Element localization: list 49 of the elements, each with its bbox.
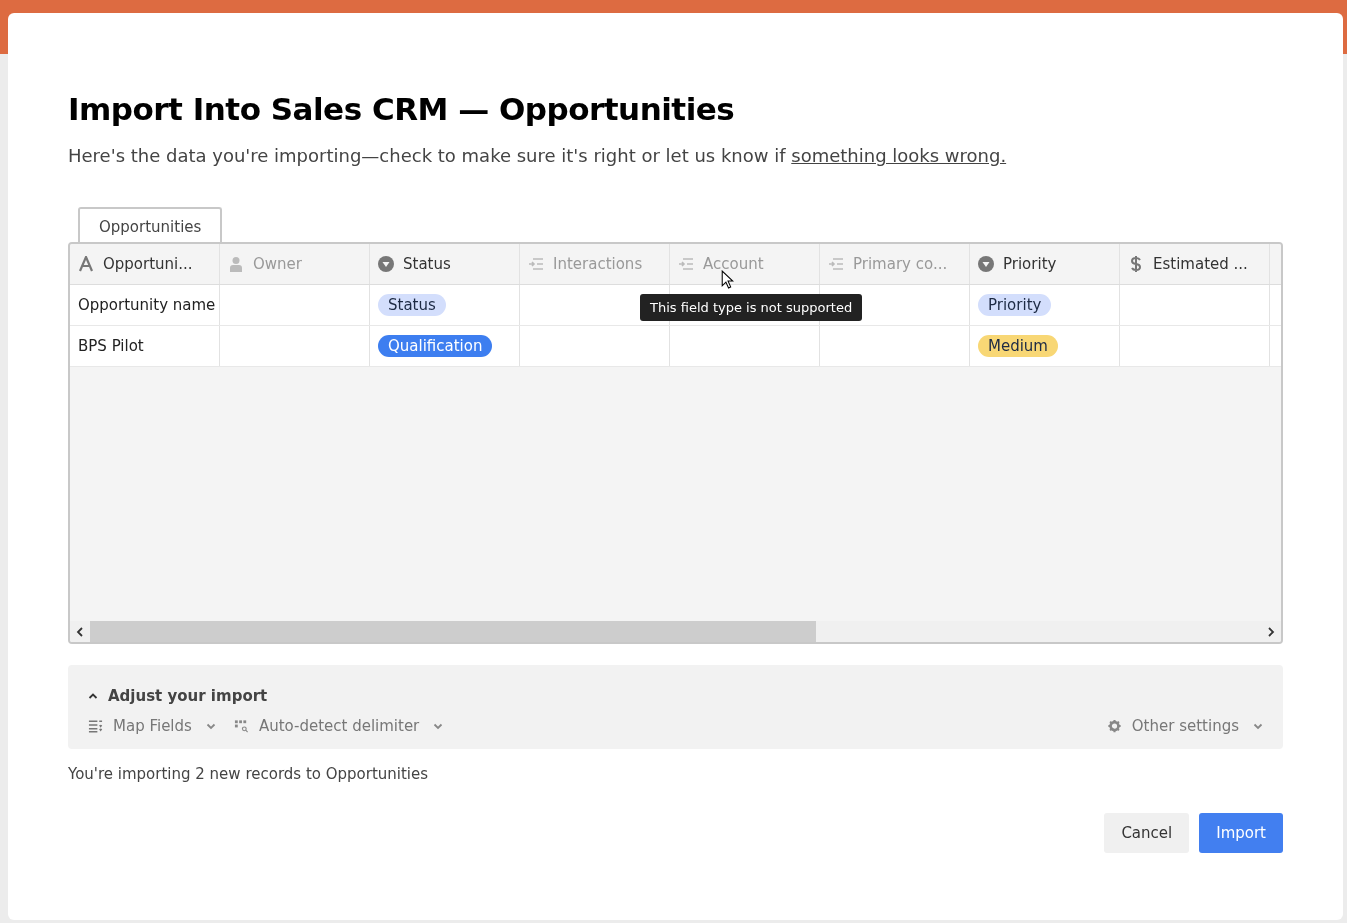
import-summary: You're importing 2 new records to Opportunities (68, 765, 430, 783)
column-label: Owner (253, 255, 302, 273)
column-header[interactable]: Status (370, 244, 520, 284)
tooltip: This field type is not supported (640, 294, 863, 321)
chevron-down-icon (433, 721, 444, 731)
option-tag: Priority (978, 294, 1052, 316)
text-field-icon (78, 256, 94, 272)
column-header[interactable]: Opportuni... (70, 244, 220, 284)
chevron-down-icon (205, 721, 216, 731)
column-label: Estimated ... (1153, 255, 1248, 273)
dialog-title: Import Into Sales CRM — Opportunities (68, 90, 736, 129)
column-header[interactable]: Estimated ... (1120, 244, 1270, 284)
table-tab[interactable]: Opportunities (78, 207, 223, 242)
dropdown-circle-icon (378, 256, 394, 272)
option-tag: Qualification (378, 335, 493, 357)
linked-lines-icon (828, 256, 844, 272)
dropdown-circle-icon (978, 256, 994, 272)
chevron-up-icon[interactable] (88, 691, 98, 701)
grid-search-icon (233, 719, 249, 733)
scroll-right-icon[interactable] (1266, 626, 1276, 637)
scrollbar-thumb[interactable] (90, 621, 816, 642)
import-button[interactable]: Import (1199, 813, 1283, 853)
column-label: Priority (1003, 255, 1057, 273)
list-icon (88, 719, 103, 733)
option-dropdown[interactable]: Map Fields (88, 717, 216, 735)
linked-lines-icon (528, 256, 544, 272)
table-cell: Opportunity name (78, 296, 216, 314)
dialog-subtitle: Here's the data you're importing—check to make sure it's right or let us know if something looks wrong. (68, 144, 1008, 168)
feedback-link[interactable]: something looks wrong. (791, 145, 1007, 166)
settings-dropdown[interactable]: Other settings (1106, 717, 1263, 735)
scroll-left-icon[interactable] (75, 626, 85, 637)
panel-title: Adjust your import (108, 687, 268, 705)
column-label: Opportuni... (103, 255, 193, 273)
option-tag: Medium (978, 335, 1058, 357)
column-label: Status (403, 255, 451, 273)
column-header[interactable]: Priority (970, 244, 1120, 284)
option-tag: Status (378, 294, 446, 316)
column-label: Interactions (553, 255, 643, 273)
chevron-down-icon (1253, 721, 1263, 731)
option-dropdown[interactable]: Auto-detect delimiter (233, 717, 444, 735)
gear-icon (1106, 719, 1122, 733)
horizontal-scrollbar[interactable] (70, 621, 1281, 642)
linked-lines-icon (678, 256, 694, 272)
column-label: Account (703, 255, 764, 273)
person-icon (228, 256, 244, 272)
table-cell: BPS Pilot (78, 337, 144, 355)
column-label: Primary co... (853, 255, 948, 273)
dollar-icon (1128, 256, 1144, 272)
cancel-button[interactable]: Cancel (1104, 813, 1190, 853)
